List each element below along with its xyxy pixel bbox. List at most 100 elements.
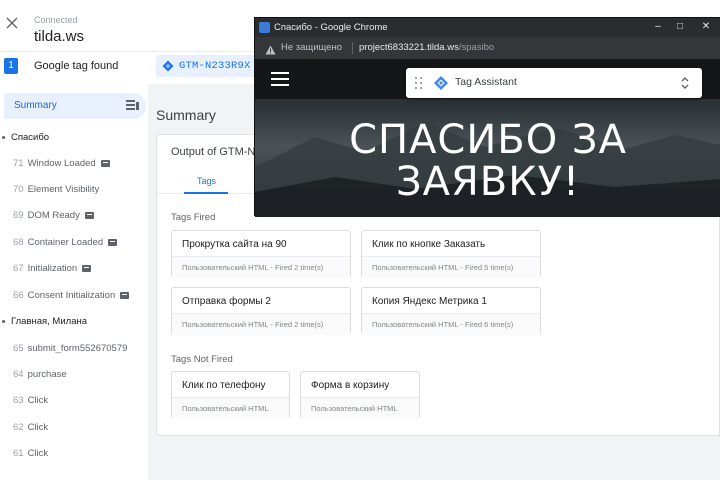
event-item[interactable]: 70 Element Visibility <box>0 180 148 198</box>
tag-meta-text: Пользовательский HTML - Fired 2 time(s) <box>182 320 324 329</box>
sidebar-item-summary[interactable]: Summary <box>4 93 146 119</box>
tag-meta: Пользовательский HTML - Fired 2 time(s) <box>172 256 350 278</box>
event-name: DOM Ready <box>27 209 80 221</box>
page-title: Спасибо <box>11 131 50 143</box>
event-badge-icon <box>84 211 94 219</box>
thank-you-headline: СПАСИБО ЗА ЗАЯВКУ! <box>255 119 720 203</box>
tag-meta: Пользовательский HTML - Fired 6 time(s) <box>362 313 540 335</box>
tag-meta-text: Пользовательский HTML - Fired 6 time(s) <box>372 320 514 329</box>
tag-card[interactable]: Клик по кнопке Заказать Пользовательский… <box>361 230 541 278</box>
tag-assistant-badge[interactable]: Tag Assistant <box>406 68 702 98</box>
tag-meta-text: Пользовательский HTML <box>182 404 269 413</box>
insecure-label: Не защищено <box>281 42 343 53</box>
tab-indicator <box>184 192 228 194</box>
tag-name: Клик по телефону <box>182 380 266 391</box>
event-number: 65 <box>13 342 24 354</box>
event-item[interactable]: 63 Click <box>0 391 148 409</box>
warning-icon[interactable] <box>265 42 276 60</box>
event-item[interactable]: 65 submit_form552670579 <box>0 339 148 357</box>
event-item[interactable]: 64 purchase <box>0 365 148 383</box>
tag-card[interactable]: Отправка формы 2 Пользовательский HTML -… <box>171 287 351 335</box>
connected-domain: tilda.ws <box>34 28 85 45</box>
event-item[interactable]: 61 Click <box>0 444 148 462</box>
chrome-window: Спасибо - Google Chrome – □ ✕ Не защищен… <box>254 17 720 217</box>
event-number: 64 <box>13 368 24 380</box>
url-text[interactable]: project6833221.tilda.ws/spasibo <box>359 42 494 53</box>
headline-line-2: ЗАЯВКУ! <box>395 159 581 205</box>
expand-icon[interactable] <box>680 76 690 90</box>
event-name: Container Loaded <box>27 236 104 248</box>
event-name: Initialization <box>27 262 78 274</box>
tag-meta: Пользовательский HTML <box>301 397 419 419</box>
window-title: Спасибо - Google Chrome <box>274 22 388 33</box>
tags-not-fired-heading: Tags Not Fired <box>171 354 233 365</box>
sidebar-page-glavnaya[interactable]: Главная, Милана <box>0 312 148 330</box>
tag-meta: Пользовательский HTML - Fired 2 time(s) <box>172 313 350 335</box>
address-divider <box>352 42 353 54</box>
chrome-title-bar[interactable]: Спасибо - Google Chrome – □ ✕ <box>255 18 720 37</box>
window-close-button[interactable]: ✕ <box>697 18 715 37</box>
minimize-button[interactable]: – <box>649 18 667 37</box>
container-chip[interactable]: GTM-N233R9X <box>156 55 259 77</box>
event-number: 66 <box>13 289 24 301</box>
event-item[interactable]: 66 Consent Initialization <box>0 286 148 304</box>
tags-found-label: Google tag found <box>34 60 119 72</box>
event-number: 68 <box>13 236 24 248</box>
tag-card[interactable]: Копия Яндекс Метрика 1 Пользовательский … <box>361 287 541 335</box>
hamburger-menu-icon[interactable] <box>271 72 289 86</box>
bullet-icon <box>2 319 5 323</box>
event-badge-icon <box>82 264 92 272</box>
event-badge-icon <box>108 238 118 246</box>
tag-meta: Пользовательский HTML <box>172 397 289 419</box>
maximize-button[interactable]: □ <box>671 18 689 37</box>
sidebar-page-spasibo[interactable]: Спасибо <box>0 128 148 146</box>
event-name: Click <box>27 421 49 433</box>
output-title: Output of GTM-N <box>171 146 256 158</box>
url-host: project6833221.tilda.ws <box>359 42 459 53</box>
event-name: submit_form552670579 <box>27 342 128 354</box>
event-name: Element Visibility <box>27 183 100 195</box>
chrome-favicon-icon <box>259 22 270 33</box>
event-name: purchase <box>27 368 67 380</box>
event-badge-icon <box>100 159 110 167</box>
tag-name: Клик по кнопке Заказать <box>372 239 486 250</box>
url-path: /spasibo <box>458 42 495 53</box>
close-icon[interactable] <box>6 17 18 29</box>
filter-list-icon[interactable] <box>126 99 140 117</box>
event-number: 63 <box>13 394 24 406</box>
event-number: 71 <box>13 157 24 169</box>
tag-meta-text: Пользовательский HTML <box>311 404 398 413</box>
tags-fired-heading: Tags Fired <box>171 212 216 223</box>
event-number: 62 <box>13 421 24 433</box>
page-title: Главная, Милана <box>11 315 88 327</box>
event-item[interactable]: 71 Window Loaded <box>0 154 148 172</box>
tag-count-badge: 1 <box>4 58 18 74</box>
drag-handle-icon[interactable] <box>415 77 423 89</box>
address-bar[interactable]: Не защищено project6833221.tilda.ws/spas… <box>255 37 720 59</box>
event-item[interactable]: 67 Initialization <box>0 259 148 277</box>
connection-status: Connected <box>34 15 78 25</box>
tag-meta: Пользовательский HTML - Fired 5 time(s) <box>362 256 540 278</box>
tag-name: Прокрутка сайта на 90 <box>182 239 287 250</box>
tab-tags[interactable]: Tags <box>197 176 216 186</box>
event-number: 70 <box>13 183 24 195</box>
tag-card[interactable]: Форма в корзину Пользовательский HTML <box>300 371 420 419</box>
tag-meta-text: Пользовательский HTML - Fired 5 time(s) <box>372 263 514 272</box>
event-name: Click <box>27 394 49 406</box>
tag-card[interactable]: Прокрутка сайта на 90 Пользовательский H… <box>171 230 351 278</box>
event-badge-icon <box>120 291 130 299</box>
event-name: Click <box>27 447 49 459</box>
event-item[interactable]: 68 Container Loaded <box>0 233 148 251</box>
tag-assistant-logo-icon <box>434 76 448 90</box>
event-number: 69 <box>13 209 24 221</box>
event-item[interactable]: 62 Click <box>0 418 148 436</box>
event-name: Consent Initialization <box>27 289 116 301</box>
tag-name: Форма в корзину <box>311 380 390 391</box>
bullet-icon <box>2 135 5 139</box>
tag-name: Отправка формы 2 <box>182 296 271 307</box>
event-number: 67 <box>13 262 24 274</box>
tag-card[interactable]: Клик по телефону Пользовательский HTML <box>171 371 290 419</box>
tag-name: Копия Яндекс Метрика 1 <box>372 296 487 307</box>
event-item[interactable]: 69 DOM Ready <box>0 206 148 224</box>
tag-meta-text: Пользовательский HTML - Fired 2 time(s) <box>182 263 324 272</box>
